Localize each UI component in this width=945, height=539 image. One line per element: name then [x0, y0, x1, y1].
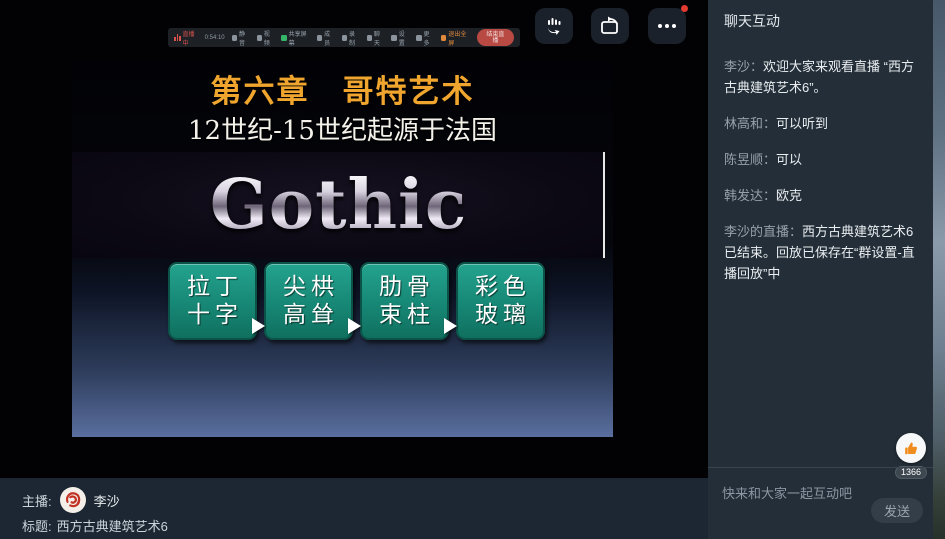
- toolbar-item-record[interactable]: 录制: [342, 29, 360, 47]
- presentation-slide: 第六章 哥特艺术 12世纪-15世纪起源于法国 Gothic 拉丁 十字 尖栱 …: [72, 50, 613, 437]
- chat-sender: 林高和：: [724, 116, 776, 131]
- live-signal-icon: [174, 34, 181, 41]
- chat-message-list: 李沙：欢迎大家来观看直播 “西方古典建筑艺术6”。 林高和：可以听到 陈昱顺：可…: [708, 56, 933, 284]
- arrow-right-icon: [444, 318, 457, 334]
- chat-message: 陈昱顺：可以: [724, 149, 919, 170]
- rotate-screen-button[interactable]: [591, 8, 629, 44]
- toolbar-item-mute[interactable]: 静音: [232, 29, 250, 47]
- end-live-button[interactable]: 结束直播: [477, 29, 514, 46]
- feature-box-latin-cross: 拉丁 十字: [168, 262, 257, 340]
- feature-box-rib-vault: 肋骨 束柱: [360, 262, 449, 340]
- more-options-button[interactable]: [648, 8, 686, 44]
- voice-mode-button[interactable]: [535, 8, 573, 44]
- slide-subtitle: 12世纪-15世纪起源于法国: [72, 110, 613, 147]
- notification-dot: [681, 5, 688, 12]
- chat-sender: 李沙：: [724, 59, 763, 74]
- toolbar-item-settings[interactable]: 设置: [391, 29, 409, 47]
- feature-box-stained-glass: 彩色 玻璃: [456, 262, 545, 340]
- chat-message: 李沙：欢迎大家来观看直播 “西方古典建筑艺术6”。: [724, 56, 919, 98]
- camera-icon: [257, 35, 262, 41]
- thumbs-up-icon: [903, 440, 920, 457]
- toolbar-item-chat[interactable]: 聊天: [367, 29, 385, 47]
- background-window-strip: [933, 0, 945, 539]
- chat-panel: 聊天互动 李沙：欢迎大家来观看直播 “西方古典建筑艺术6”。 林高和：可以听到 …: [708, 0, 933, 539]
- gothic-word: Gothic: [210, 171, 468, 239]
- chat-text: 欧克: [776, 188, 802, 203]
- gothic-banner-image: Gothic: [72, 152, 605, 258]
- feature-box-pointed-arch: 尖栱 高耸: [264, 262, 353, 340]
- chat-input-divider: [708, 467, 933, 468]
- stream-title-label: 标题:: [22, 516, 52, 535]
- meeting-share-toolbar: 直播中 0:54:10 静音 视频 共享屏幕 成员 录制 聊天 设置: [168, 28, 520, 47]
- host-label: 主播:: [22, 491, 52, 510]
- arrow-right-icon: [252, 318, 265, 334]
- members-icon: [317, 35, 322, 41]
- chat-icon: [367, 35, 372, 41]
- toolbar-item-video[interactable]: 视频: [257, 29, 275, 47]
- like-button[interactable]: 1366: [893, 433, 929, 479]
- chat-panel-title: 聊天互动: [708, 0, 933, 31]
- live-status-label: 直播中: [183, 29, 198, 47]
- chat-sender: 李沙的直播：: [724, 224, 802, 239]
- stream-title-value: 西方古典建筑艺术6: [57, 516, 168, 535]
- chat-input[interactable]: [722, 486, 872, 501]
- chat-sender: 韩发达：: [724, 188, 776, 203]
- text-cursor-line: [603, 152, 605, 258]
- chat-text: 可以: [776, 152, 802, 167]
- host-avatar: [60, 487, 86, 513]
- chat-message: 林高和：可以听到: [724, 113, 919, 134]
- toolbar-item-members[interactable]: 成员: [317, 29, 335, 47]
- seal-stamp-icon: [62, 489, 84, 511]
- live-timer: 0:54:10: [205, 35, 225, 41]
- toolbar-exit-fullscreen[interactable]: 退出全屏: [441, 29, 470, 47]
- rotate-screen-icon: [598, 15, 622, 37]
- more-icon: [416, 35, 421, 41]
- chat-system-message: 李沙的直播：西方古典建筑艺术6 已结束。回放已保存在“群设置-直播回放”中: [724, 221, 919, 284]
- screen-share-icon: [281, 35, 286, 41]
- record-icon: [342, 35, 347, 41]
- arrow-right-icon: [348, 318, 361, 334]
- live-video-area: 直播中 0:54:10 静音 视频 共享屏幕 成员 录制 聊天 设置: [0, 0, 708, 478]
- chat-message: 韩发达：欧克: [724, 185, 919, 206]
- feature-boxes-row: 拉丁 十字 尖栱 高耸 肋骨 束柱 彩色 玻璃: [168, 262, 546, 340]
- host-name: 李沙: [94, 491, 120, 510]
- mic-icon: [232, 35, 237, 41]
- host-info-bar: 主播: 李沙 标题: 西方古典建筑艺术6: [0, 478, 708, 539]
- toolbar-item-share[interactable]: 共享屏幕: [281, 29, 310, 47]
- ellipsis-icon: [658, 24, 676, 28]
- slide-chapter-title: 第六章 哥特艺术: [72, 66, 613, 111]
- settings-icon: [391, 35, 396, 41]
- audio-waveform-icon: [543, 15, 565, 37]
- toolbar-item-more[interactable]: 更多: [416, 29, 434, 47]
- send-button[interactable]: 发送: [871, 498, 923, 523]
- chat-text: 可以听到: [776, 116, 828, 131]
- live-status: 直播中: [174, 29, 198, 47]
- exit-fullscreen-icon: [441, 35, 446, 41]
- chat-sender: 陈昱顺：: [724, 152, 776, 167]
